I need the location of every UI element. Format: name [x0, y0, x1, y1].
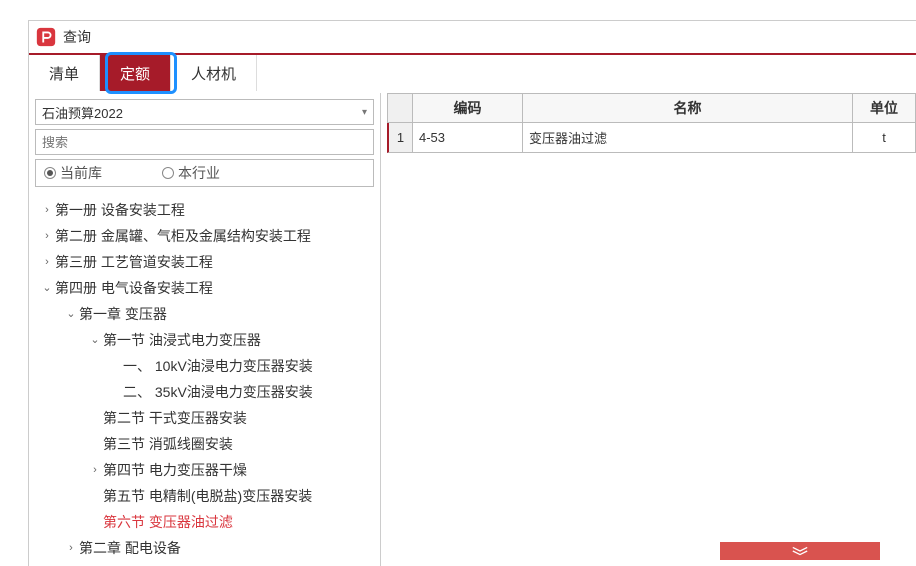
chevron-down-icon: ⌄: [39, 275, 55, 301]
tree-node-chapter2[interactable]: ›第二章 配电设备: [35, 535, 380, 561]
chevron-right-icon: ›: [39, 197, 55, 223]
radio-dot-icon: [44, 167, 56, 179]
grid-header-name[interactable]: 名称: [523, 93, 853, 123]
combo-value: 石油预算2022: [42, 103, 123, 122]
tree-node-section3[interactable]: 第三节 消弧线圈安装: [35, 431, 380, 457]
grid-cell-code[interactable]: 4-53: [413, 123, 523, 153]
quota-library-combo[interactable]: 石油预算2022 ▾: [35, 99, 374, 125]
grid-cell-unit[interactable]: t: [853, 123, 916, 153]
grid-header-rownum: [387, 93, 413, 123]
window-title: 查询: [63, 27, 91, 47]
tree-node-book4[interactable]: ⌄第四册 电气设备安装工程: [35, 275, 380, 301]
expand-panel-button[interactable]: [720, 542, 880, 560]
catalog-tree: ›第一册 设备安装工程 ›第二册 金属罐、气柜及金属结构安装工程 ›第三册 工艺…: [35, 193, 380, 565]
search-input[interactable]: [35, 129, 374, 155]
chevron-down-icon: ⌄: [87, 327, 103, 353]
tree-leaf-10kv[interactable]: 一、 10kV油浸电力变压器安装: [35, 353, 380, 379]
app-logo-icon: [35, 26, 57, 48]
tree-node-book1[interactable]: ›第一册 设备安装工程: [35, 197, 380, 223]
grid-header-unit[interactable]: 单位: [853, 93, 916, 123]
double-chevron-down-icon: [791, 546, 809, 556]
chevron-right-icon: ›: [63, 535, 79, 561]
tree-leaf-35kv[interactable]: 二、 35kV油浸电力变压器安装: [35, 379, 380, 405]
tree-node-section6[interactable]: 第六节 变压器油过滤: [35, 509, 380, 535]
grid-row[interactable]: 1 4-53 变压器油过滤 t: [387, 123, 916, 153]
tree-node-section5[interactable]: 第五节 电精制(电脱盐)变压器安装: [35, 483, 380, 509]
scope-radio-group: 当前库 本行业: [35, 159, 374, 187]
tab-list[interactable]: 清单: [29, 55, 100, 91]
tree-node-section1[interactable]: ⌄第一节 油浸式电力变压器: [35, 327, 380, 353]
tree-scroll[interactable]: ›第一册 设备安装工程 ›第二册 金属罐、气柜及金属结构安装工程 ›第三册 工艺…: [35, 193, 380, 566]
tree-node-chapter1[interactable]: ⌄第一章 变压器: [35, 301, 380, 327]
chevron-right-icon: ›: [39, 223, 55, 249]
grid-cell-name[interactable]: 变压器油过滤: [523, 123, 853, 153]
tree-node-section4[interactable]: ›第四节 电力变压器干燥: [35, 457, 380, 483]
grid-cell-rownum: 1: [387, 123, 413, 153]
right-panel: 编码 名称 单位 1 4-53 变压器油过滤 t: [381, 93, 916, 566]
tree-node-book3[interactable]: ›第三册 工艺管道安装工程: [35, 249, 380, 275]
chevron-down-icon: ▾: [362, 107, 367, 118]
chevron-down-icon: ⌄: [63, 301, 79, 327]
tree-node-book2[interactable]: ›第二册 金属罐、气柜及金属结构安装工程: [35, 223, 380, 249]
chevron-right-icon: ›: [39, 249, 55, 275]
radio-current-library[interactable]: 当前库: [44, 163, 102, 183]
main-tabs: 清单 定额 人材机: [29, 55, 916, 91]
result-grid: 编码 名称 单位 1 4-53 变压器油过滤 t: [387, 93, 916, 153]
tab-labor[interactable]: 人材机: [171, 55, 257, 91]
tree-node-section2[interactable]: 第二节 干式变压器安装: [35, 405, 380, 431]
tab-quota[interactable]: 定额: [100, 55, 171, 91]
title-bar: 查询: [29, 21, 916, 55]
grid-header-code[interactable]: 编码: [413, 93, 523, 123]
chevron-right-icon: ›: [87, 457, 103, 483]
radio-industry[interactable]: 本行业: [162, 163, 220, 183]
grid-header: 编码 名称 单位: [387, 93, 916, 123]
radio-dot-icon: [162, 167, 174, 179]
left-panel: 石油预算2022 ▾ 当前库 本行业 ›第一册 设备安装工程 ›第二册 金属罐、…: [29, 93, 381, 566]
